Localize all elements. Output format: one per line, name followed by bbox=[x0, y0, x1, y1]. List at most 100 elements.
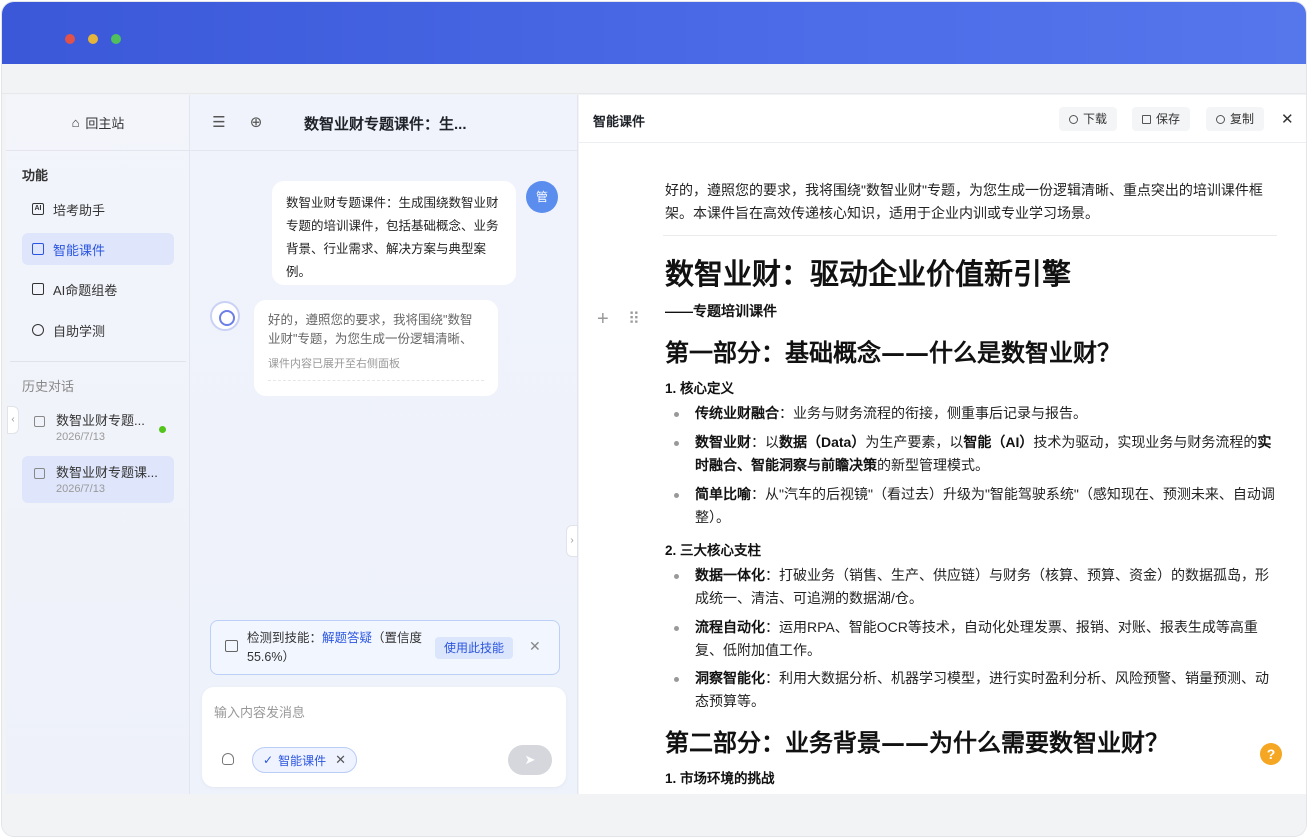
list-item: 简单比喻：从"汽车的后视镜"（看过去）升级为"智能驾驶系统"（感知现在、预测未来… bbox=[674, 483, 1275, 529]
sidebar-item-self-test[interactable]: 自助学测 bbox=[22, 314, 174, 346]
list-term: 数据一体化 bbox=[695, 567, 765, 583]
close-icon[interactable]: ✕ bbox=[529, 638, 541, 655]
divider bbox=[663, 235, 1277, 236]
app-window: ⌂ 回主站 功能 AI 培考助手 智能课件 AI命题组卷 自助学测 历史对话 数… bbox=[2, 2, 1306, 836]
list-text: 的新型管理模式。 bbox=[877, 457, 989, 473]
send-button[interactable]: ➤ bbox=[508, 745, 552, 775]
minimize-window-button[interactable] bbox=[88, 34, 98, 44]
list-text: ：以 bbox=[751, 434, 779, 450]
list-emphasis: 数据（Data） bbox=[779, 434, 866, 450]
skill-detection-text: 检测到技能：解题答疑（置信度 55.6%） bbox=[247, 629, 427, 667]
history-item-date: 2026/7/13 bbox=[56, 483, 105, 495]
history-item[interactable]: 数智业财专题... 2026/7/13 bbox=[22, 404, 174, 451]
user-message: 数智业财专题课件：生成围绕数智业财专题的培训课件，包括基础概念、业务背景、行业需… bbox=[272, 181, 516, 285]
chat-header: ☰ ⊕ 数智业财专题课件：生... bbox=[190, 95, 578, 151]
list-term: 传统业财融合 bbox=[695, 405, 779, 421]
sidebar-divider bbox=[10, 361, 186, 362]
new-chat-icon[interactable]: ⊕ bbox=[247, 114, 265, 132]
sidebar-item-label: 智能课件 bbox=[53, 242, 106, 258]
bot-message[interactable]: 好的，遵照您的要求，我将围绕"数智业财"专题，为您生成一份逻辑清晰、重... 课… bbox=[254, 300, 498, 396]
maximize-window-button[interactable] bbox=[111, 34, 121, 44]
list-text: ：业务与财务流程的衔接，侧重事后记录与报告。 bbox=[779, 405, 1087, 421]
home-label: 回主站 bbox=[85, 116, 125, 131]
chart-icon bbox=[225, 640, 238, 652]
bot-message-text: 好的，遵照您的要求，我将围绕"数智业财"专题，为您生成一份逻辑清晰、重... bbox=[268, 313, 473, 346]
exam-icon bbox=[32, 283, 44, 295]
subsection-heading: 2. 三大核心支柱 bbox=[665, 543, 762, 558]
help-button[interactable]: ? bbox=[1260, 743, 1282, 765]
online-status-dot bbox=[159, 426, 166, 433]
home-link[interactable]: ⌂ 回主站 bbox=[6, 95, 190, 151]
sidebar-item-smart-courseware[interactable]: 智能课件 bbox=[22, 233, 174, 265]
ai-icon: AI bbox=[32, 203, 44, 215]
close-icon[interactable]: ✕ bbox=[1281, 110, 1294, 128]
doc-subtitle: ——专题培训课件 bbox=[665, 303, 777, 319]
attachment-icon[interactable] bbox=[222, 753, 234, 765]
copy-button[interactable]: 复制 bbox=[1206, 107, 1265, 131]
sidebar-item-label: 自助学测 bbox=[53, 323, 106, 339]
list-term: 洞察智能化 bbox=[695, 670, 765, 686]
list-text: 为生产要素，以 bbox=[865, 434, 964, 450]
tag-label: 智能课件 bbox=[278, 753, 327, 768]
message-input[interactable] bbox=[214, 701, 544, 723]
save-icon bbox=[1142, 114, 1151, 124]
title-bar bbox=[2, 2, 1306, 64]
collapse-sidebar-button[interactable]: ‹ bbox=[7, 406, 19, 434]
use-skill-button[interactable]: 使用此技能 bbox=[435, 637, 513, 659]
download-icon bbox=[1069, 114, 1078, 124]
remove-tag-icon[interactable]: ✕ bbox=[335, 752, 346, 768]
bottom-strip bbox=[2, 794, 1306, 836]
copy-icon bbox=[1216, 114, 1225, 124]
close-window-button[interactable] bbox=[65, 34, 75, 44]
message-composer: ✓ 智能课件 ✕ ➤ bbox=[202, 687, 566, 787]
panel-header: 智能课件 下载 保存 复制 ✕ bbox=[579, 95, 1306, 143]
sidebar-item-exam-assistant[interactable]: AI 培考助手 bbox=[22, 193, 174, 225]
sidebar-item-ai-exam[interactable]: AI命题组卷 bbox=[22, 273, 174, 305]
list-term: 流程自动化 bbox=[695, 619, 765, 635]
list-text: ：从"汽车的后视镜"（看过去）升级为"智能驾驶系统"（感知现在、预测未来、自动调… bbox=[695, 486, 1275, 525]
check-icon: ✓ bbox=[263, 753, 274, 767]
features-section-title: 功能 bbox=[22, 168, 49, 183]
expand-panel-button[interactable]: › bbox=[566, 525, 578, 557]
copy-label: 复制 bbox=[1230, 112, 1255, 126]
bot-avatar-icon bbox=[210, 301, 240, 331]
doc-intro: 好的，遵照您的要求，我将围绕"数智业财"专题，为您生成一份逻辑清晰、重点突出的培… bbox=[665, 182, 1263, 221]
courseware-panel: 智能课件 下载 保存 复制 ✕ + ⠿ 好的，遵照您的要求，我将围绕"数智业财"… bbox=[579, 95, 1306, 794]
history-item-title: 数智业财专题... bbox=[56, 413, 145, 428]
bot-message-note: 课件内容已展开至右侧面板 bbox=[268, 355, 484, 381]
drag-handle-icon[interactable]: ⠿ bbox=[628, 309, 640, 329]
list-item: 数智业财：以数据（Data）为生产要素，以智能（AI）技术为驱动，实现业务与财务… bbox=[674, 431, 1275, 477]
doc-title: 数智业财：驱动企业价值新引擎 bbox=[665, 257, 1072, 291]
list-item: 流程自动化：运用RPA、智能OCR等技术，自动化处理发票、报销、对账、报表生成等… bbox=[674, 616, 1275, 662]
history-section-title: 历史对话 bbox=[22, 379, 75, 394]
download-button[interactable]: 下载 bbox=[1059, 107, 1118, 131]
sidebar-item-label: 培考助手 bbox=[53, 202, 106, 218]
save-label: 保存 bbox=[1156, 112, 1181, 126]
list-text: 技术为驱动，实现业务与财务流程的 bbox=[1033, 434, 1258, 450]
list-term: 简单比喻 bbox=[695, 486, 751, 502]
save-button[interactable]: 保存 bbox=[1132, 107, 1191, 131]
skill-name: 解题答疑 bbox=[322, 631, 373, 645]
home-icon: ⌂ bbox=[71, 115, 80, 130]
list-item: 传统业财融合：业务与财务流程的衔接，侧重事后记录与报告。 bbox=[674, 402, 1275, 425]
skill-detection-banner: 检测到技能：解题答疑（置信度 55.6%） 使用此技能 ✕ bbox=[210, 620, 560, 675]
toggle-list-icon[interactable]: ☰ bbox=[210, 114, 228, 132]
history-item[interactable]: 数智业财专题课... 2026/7/13 bbox=[22, 456, 174, 503]
subsection-heading: 1. 核心定义 bbox=[665, 381, 735, 396]
sidebar-item-label: AI命题组卷 bbox=[53, 282, 118, 298]
list-item: 数据一体化：打破业务（销售、生产、供应链）与财务（核算、预算、资金）的数据孤岛，… bbox=[674, 564, 1275, 610]
add-block-icon[interactable]: + bbox=[597, 308, 609, 331]
chat-title: 数智业财专题课件：生... bbox=[304, 116, 467, 133]
selected-skill-tag[interactable]: ✓ 智能课件 ✕ bbox=[252, 747, 357, 773]
user-test-icon bbox=[32, 324, 44, 336]
avatar: 管 bbox=[526, 181, 558, 213]
download-label: 下载 bbox=[1083, 112, 1108, 126]
panel-title: 智能课件 bbox=[593, 114, 646, 129]
section-heading: 第二部分：业务背景——为什么需要数智业财？ bbox=[665, 728, 1169, 757]
chat-icon bbox=[34, 416, 45, 427]
subsection-heading: 1. 市场环境的挑战 bbox=[665, 771, 775, 786]
list-emphasis: 智能（AI） bbox=[963, 434, 1034, 450]
list-term: 数智业财 bbox=[695, 434, 751, 450]
sidebar: ⌂ 回主站 功能 AI 培考助手 智能课件 AI命题组卷 自助学测 历史对话 数… bbox=[6, 95, 190, 794]
history-item-title: 数智业财专题课... bbox=[56, 465, 158, 480]
